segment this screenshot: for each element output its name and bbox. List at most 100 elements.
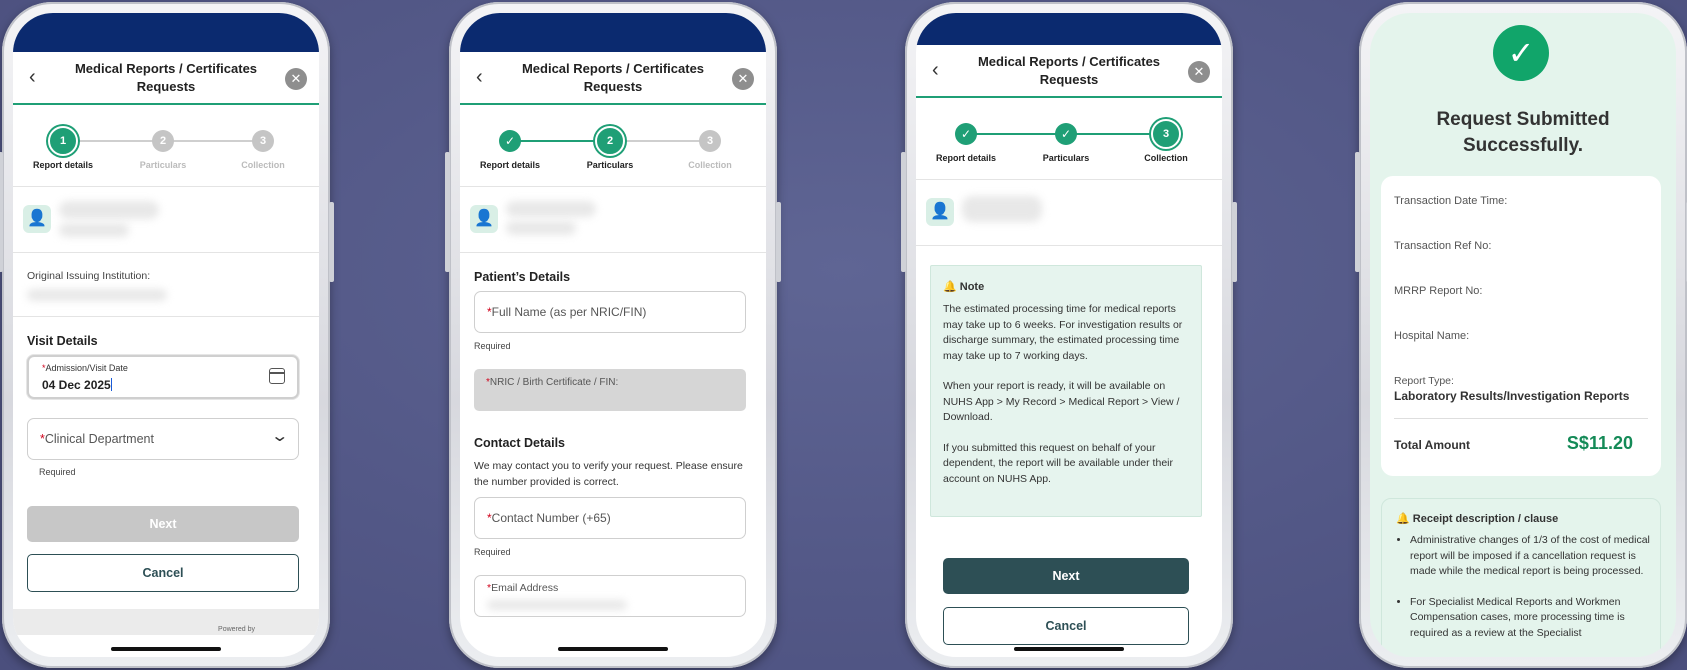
status-bar <box>916 13 1222 45</box>
redacted-name <box>59 201 159 219</box>
divider <box>1394 418 1648 419</box>
full-name-placeholder: Full Name (as per NRIC/FIN) <box>491 305 647 319</box>
header: ‹ Medical Reports / Certificates Request… <box>916 45 1222 98</box>
step-collection: 3 Collection <box>218 105 308 170</box>
phone-collection: ‹ Medical Reports / Certificates Request… <box>901 2 1237 668</box>
phone-particulars: ‹ Medical Reports / Certificates Request… <box>445 2 781 668</box>
redacted-email <box>487 600 627 610</box>
step-particulars: ✓ Particulars <box>1021 98 1111 163</box>
total-amount-label: Total Amount <box>1394 438 1470 452</box>
step-label: Particulars <box>1042 153 1090 163</box>
stepper: 1 Report details 2 Particulars 3 Collect… <box>13 105 319 187</box>
check-icon: ✓ <box>1055 123 1077 145</box>
receipt-bullet: Administrative changes of 1/3 of the cos… <box>1410 533 1650 580</box>
step-label: Particulars <box>586 160 634 170</box>
success-title: Request Submitted Successfully. <box>1436 109 1610 156</box>
step-collection: 3 Collection <box>1121 98 1211 163</box>
visit-details: Visit Details *Admission/Visit Date 04 D… <box>13 317 319 607</box>
mrrp-report-label: MRRP Report No: <box>1394 285 1483 297</box>
step-label: Report details <box>479 160 540 170</box>
powered-by-label: Powered by <box>218 626 255 633</box>
back-icon[interactable]: ‹ <box>29 66 36 89</box>
admission-date-value: 04 Dec 2025 <box>42 378 111 392</box>
back-icon[interactable]: ‹ <box>476 66 483 89</box>
step-report-details: ✓ Report details <box>465 105 555 170</box>
transaction-date-label: Transaction Date Time: <box>1394 195 1508 207</box>
step-label: Collection <box>688 160 732 170</box>
note-paragraph: When your report is ready, it will be av… <box>943 380 1180 423</box>
contact-description: We may contact you to verify your reques… <box>474 460 743 488</box>
note-paragraph: The estimated processing time for medica… <box>943 303 1183 362</box>
screen: ✓ Request Submitted Successfully. Transa… <box>1370 13 1676 657</box>
institution-label: Original Issuing Institution: <box>27 270 151 282</box>
home-indicator <box>1014 647 1124 651</box>
step-label: Particulars <box>139 160 187 170</box>
note-paragraph: If you submitted this request on behalf … <box>943 441 1173 485</box>
institution-block: Original Issuing Institution: <box>13 253 319 317</box>
stepper: ✓ Report details 2 Particulars 3 Collect… <box>460 105 766 187</box>
contact-number-input[interactable]: *Contact Number (+65) <box>474 497 746 539</box>
admission-date-label: Admission/Visit Date <box>45 363 128 373</box>
screen: ‹ Medical Reports / Certificates Request… <box>13 13 319 657</box>
receipt-clause-card: 🔔 Receipt description / clause Administr… <box>1381 498 1661 657</box>
next-button[interactable]: Next <box>27 506 299 542</box>
redacted-id <box>506 221 576 235</box>
transaction-card: Transaction Date Time: Transaction Ref N… <box>1381 176 1661 476</box>
total-amount-value: S$11.20 <box>1566 433 1633 453</box>
cancel-button[interactable]: Cancel <box>27 554 299 592</box>
screen: ‹ Medical Reports / Certificates Request… <box>916 13 1222 657</box>
close-icon[interactable]: ✕ <box>732 68 754 90</box>
header: ‹ Medical Reports / Certificates Request… <box>460 52 766 105</box>
admission-date-field[interactable]: *Admission/Visit Date 04 Dec 2025 <box>27 355 299 399</box>
check-icon: ✓ <box>499 130 521 152</box>
email-input[interactable]: *Email Address <box>474 575 746 617</box>
next-button[interactable]: Next <box>943 558 1189 594</box>
step-dot: 3 <box>252 130 274 152</box>
page-title: Medical Reports / Certificates Requests <box>977 53 1161 87</box>
patient-profile: 👤 <box>460 187 766 253</box>
nric-label: NRIC / Birth Certificate / FIN: <box>489 377 619 388</box>
particulars-form: Patient’s Details *Full Name (as per NRI… <box>460 253 766 657</box>
step-dot: 2 <box>595 126 625 156</box>
home-indicator <box>558 647 668 651</box>
step-dot: 1 <box>48 126 78 156</box>
user-icon: 👤 <box>23 205 51 233</box>
step-label: Collection <box>1144 153 1188 163</box>
success-check-icon: ✓ <box>1493 25 1549 81</box>
step-label: Collection <box>241 160 285 170</box>
patient-profile: 👤 <box>13 187 319 253</box>
step-report-details: ✓ Report details <box>921 98 1011 163</box>
status-bar <box>460 13 766 52</box>
step-collection: 3 Collection <box>665 105 755 170</box>
report-type-value: Laboratory Results/Investigation Reports <box>1394 389 1630 403</box>
hospital-name-label: Hospital Name: <box>1394 330 1470 342</box>
check-icon: ✓ <box>955 123 977 145</box>
full-name-input[interactable]: *Full Name (as per NRIC/FIN) <box>474 291 746 333</box>
screen: ‹ Medical Reports / Certificates Request… <box>460 13 766 657</box>
step-dot: 2 <box>152 130 174 152</box>
step-label: Report details <box>32 160 93 170</box>
user-icon: 👤 <box>926 198 954 226</box>
bottom-area <box>13 635 319 657</box>
redacted-name <box>962 196 1042 222</box>
contact-number-placeholder: Contact Number (+65) <box>491 511 611 525</box>
back-icon[interactable]: ‹ <box>932 59 939 82</box>
receipt-title: Receipt description / clause <box>1412 513 1559 525</box>
cancel-button[interactable]: Cancel <box>943 607 1189 645</box>
header: ‹ Medical Reports / Certificates Request… <box>13 52 319 105</box>
receipt-bullet: For Specialist Medical Reports and Workm… <box>1410 595 1650 642</box>
close-icon[interactable]: ✕ <box>285 68 307 90</box>
step-dot: 3 <box>699 130 721 152</box>
home-indicator <box>111 647 221 651</box>
clinical-department-select[interactable]: *Clinical Department ⌄ <box>27 418 299 460</box>
calendar-icon[interactable] <box>269 368 285 384</box>
required-hint: Required <box>39 467 76 477</box>
transaction-ref-label: Transaction Ref No: <box>1394 240 1492 252</box>
step-report-details: 1 Report details <box>18 105 108 170</box>
report-type-label: Report Type: <box>1394 375 1454 387</box>
nric-field: *NRIC / Birth Certificate / FIN: <box>474 369 746 411</box>
close-icon[interactable]: ✕ <box>1188 61 1210 83</box>
clinical-department-placeholder: Clinical Department <box>44 432 154 446</box>
chevron-down-icon: ⌄ <box>269 428 289 445</box>
processing-note: 🔔 Note The estimated processing time for… <box>930 265 1202 517</box>
